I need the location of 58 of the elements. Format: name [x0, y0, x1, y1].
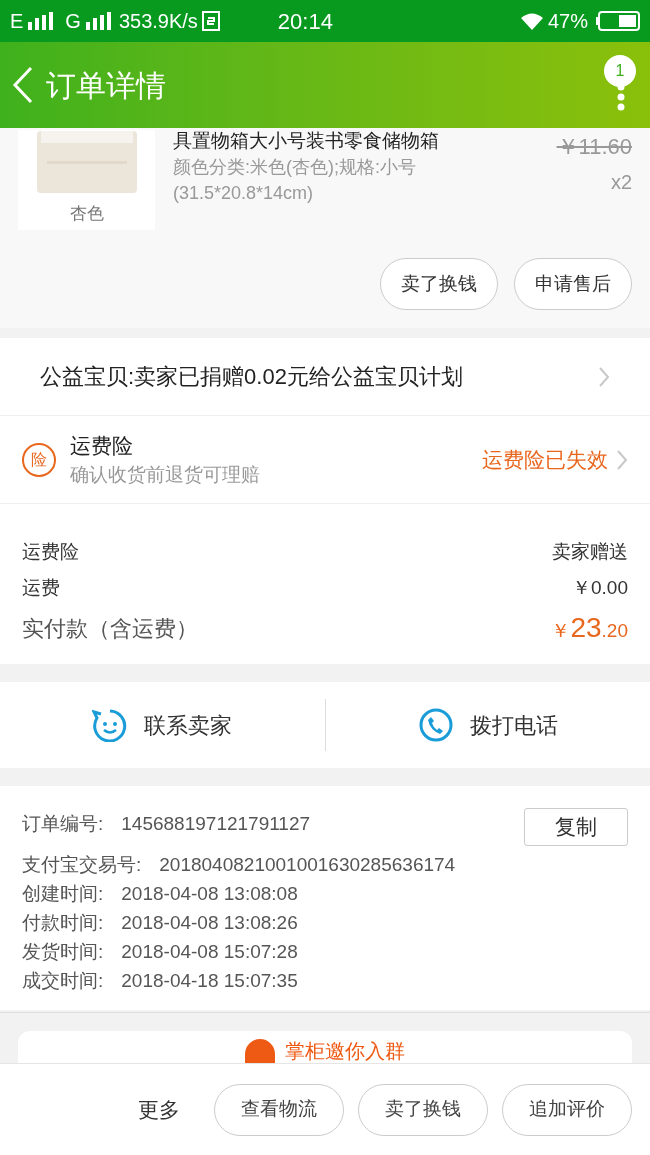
- quantity-text: x2: [610, 170, 632, 195]
- info-label: 创建时间:: [22, 882, 104, 907]
- insurance-status: 运费险已失效: [482, 446, 608, 473]
- wifi-icon: [519, 12, 544, 30]
- copy-button[interactable]: 复制: [524, 808, 628, 846]
- total-label: 实付款（含运费）: [22, 614, 198, 643]
- notification-badge: 1: [604, 55, 636, 87]
- summary-label: 运费险: [22, 539, 79, 564]
- product-title: 具置物箱大小号装书零食储物箱: [173, 130, 440, 152]
- smiley-chat-icon: [92, 708, 129, 742]
- group-text: 掌柜邀你入群: [285, 1040, 405, 1062]
- chevron-right-icon: [616, 448, 628, 471]
- total-amount: ￥23.20: [551, 611, 628, 645]
- more-button[interactable]: 更多: [138, 1093, 180, 1126]
- contact-button[interactable]: 拨打电话: [324, 699, 650, 751]
- action-button[interactable]: 追加评价: [502, 1083, 632, 1136]
- page-title: 订单详情: [46, 67, 166, 104]
- summary-value: 卖家赠送: [552, 539, 628, 564]
- network-label: G: [65, 9, 81, 34]
- insurance-row[interactable]: 险 运费险 确认收货前退货可理赔 运费险已失效: [0, 416, 650, 504]
- info-label: 发货时间:: [22, 940, 104, 965]
- speed-text: 353.9K/s: [118, 9, 198, 34]
- group-icon: [245, 1039, 275, 1063]
- info-value: 2018040821001001630285636174: [159, 853, 456, 878]
- action-button[interactable]: 卖了换钱: [358, 1083, 488, 1136]
- signal-icon: [84, 12, 111, 30]
- battery-icon: [596, 11, 640, 31]
- back-icon[interactable]: [12, 66, 34, 104]
- summary-label: 运费: [22, 575, 60, 600]
- info-value: 145688197121791127: [121, 812, 311, 837]
- action-button[interactable]: 卖了换钱: [380, 258, 498, 310]
- info-value: 2018-04-08 15:07:28: [121, 940, 298, 965]
- info-label: 成交时间:: [22, 969, 104, 994]
- clock-text: 20:14: [277, 7, 333, 36]
- action-button[interactable]: 申请售后: [514, 258, 632, 310]
- info-label: 付款时间:: [22, 911, 104, 936]
- charity-text: 公益宝贝:卖家已捐赠0.02元给公益宝贝计划: [40, 363, 464, 391]
- original-price: ￥11.60: [556, 133, 632, 161]
- product-sku: 颜色分类:米色(杏色);规格:小号(31.5*20.8*14cm): [173, 156, 417, 205]
- action-button[interactable]: 查看物流: [214, 1083, 344, 1136]
- info-value: 2018-04-18 15:07:35: [121, 969, 298, 994]
- phone-icon: [417, 708, 454, 742]
- contact-button[interactable]: 联系卖家: [0, 699, 325, 751]
- chevron-right-icon: [598, 365, 610, 388]
- battery-text: 47%: [547, 9, 588, 34]
- summary-value: ￥0.00: [572, 575, 628, 600]
- insurance-subtitle: 确认收货前退货可理赔: [70, 463, 261, 487]
- network-label: E: [10, 9, 24, 34]
- insurance-icon: 险: [22, 442, 56, 477]
- info-value: 2018-04-08 13:08:26: [121, 911, 298, 936]
- sim-icon: [201, 11, 220, 31]
- info-label: 支付宝交易号:: [22, 853, 142, 878]
- info-label: 订单编号:: [22, 812, 104, 837]
- signal-icon: [27, 12, 54, 30]
- image-caption: 杏色: [69, 202, 104, 225]
- insurance-title: 运费险: [70, 432, 134, 459]
- charity-row[interactable]: 公益宝贝:卖家已捐赠0.02元给公益宝贝计划: [0, 338, 650, 416]
- info-value: 2018-04-08 13:08:08: [121, 882, 298, 907]
